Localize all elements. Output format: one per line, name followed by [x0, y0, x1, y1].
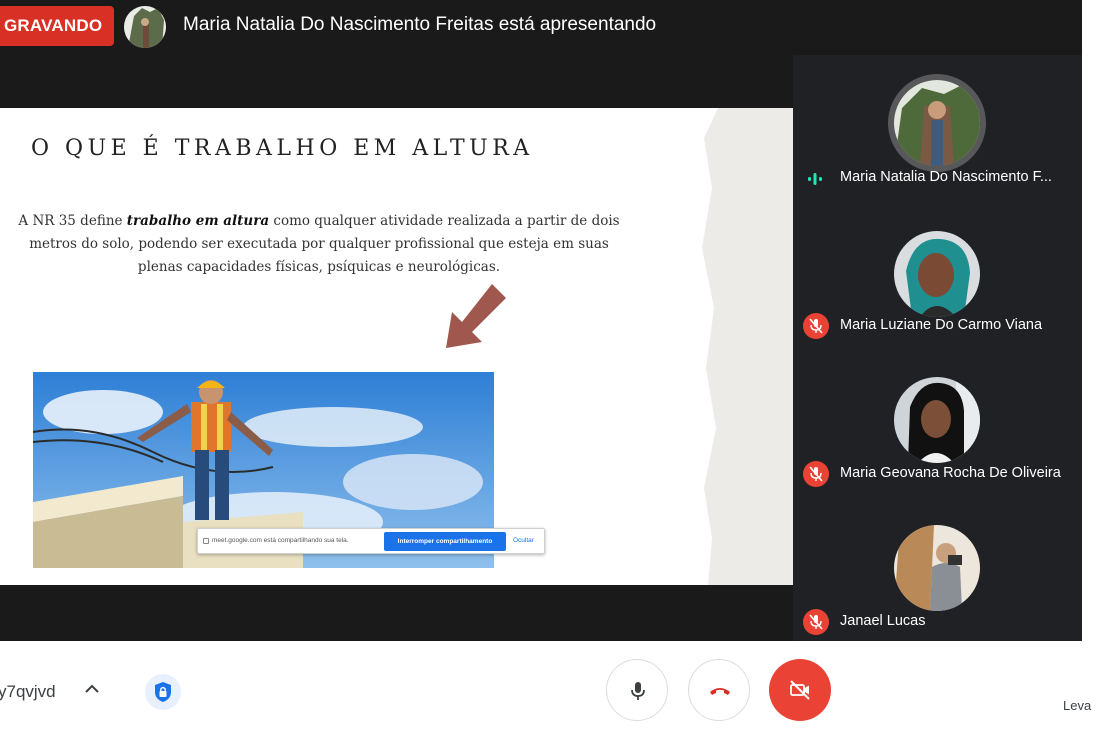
- mic-muted-icon: [803, 313, 829, 339]
- screen-share-banner: meet.google.com está compartilhando sua …: [197, 528, 545, 554]
- camera-off-icon: [790, 680, 810, 700]
- share-banner-text: meet.google.com está compartilhando sua …: [212, 537, 349, 544]
- recording-badge: GRAVANDO: [0, 6, 115, 46]
- presenter-avatar: [124, 6, 166, 48]
- participant-name: Janael Lucas: [840, 613, 926, 629]
- mic-muted-icon: [803, 461, 829, 487]
- shared-screen-slide: O QUE É TRABALHO EM ALTURA A NR 35 defin…: [0, 108, 793, 585]
- participant-name: Maria Natalia Do Nascimento F...: [840, 169, 1052, 185]
- microphone-icon: [631, 682, 645, 700]
- slide-title: O QUE É TRABALHO EM ALTURA: [31, 136, 534, 161]
- participant-avatar: [894, 80, 980, 166]
- meeting-code[interactable]: y7qvjvd: [0, 682, 56, 702]
- participant-tile[interactable]: Maria Geovana Rocha De Oliveira: [793, 351, 1082, 499]
- participant-tile[interactable]: Maria Natalia Do Nascimento F...: [793, 55, 1082, 203]
- slide-body-prefix: A NR 35 define: [18, 213, 127, 229]
- pointing-arrow-icon: [446, 284, 506, 348]
- presentation-bottom-bar: [0, 585, 793, 641]
- participant-name: Maria Luziane Do Carmo Viana: [840, 317, 1043, 333]
- chevron-up-icon[interactable]: [84, 682, 100, 696]
- torn-paper-decoration: [702, 108, 793, 585]
- host-controls-button[interactable]: [145, 674, 181, 710]
- participant-avatar: [894, 231, 980, 317]
- presenter-status-text: Maria Natalia Do Nascimento Freitas está…: [183, 14, 657, 35]
- participant-name: Maria Geovana Rocha De Oliveira: [840, 465, 1061, 481]
- participant-avatar: [894, 525, 980, 611]
- hang-up-icon: [710, 688, 730, 695]
- meeting-controls-bar: y7qvjvd Leva: [0, 641, 1095, 730]
- stop-sharing-button[interactable]: Interromper compartilhamento: [384, 532, 506, 551]
- participant-tile[interactable]: Maria Luziane Do Carmo Viana: [793, 203, 1082, 351]
- mic-muted-icon: [803, 609, 829, 635]
- hide-banner-link[interactable]: Ocultar: [513, 537, 534, 544]
- leave-call-button[interactable]: [688, 659, 750, 721]
- participant-avatar: [894, 377, 980, 463]
- participant-tile[interactable]: Janael Lucas: [793, 499, 1082, 647]
- slide-body-emphasis: trabalho em altura: [126, 213, 270, 229]
- microphone-toggle-button[interactable]: [606, 659, 668, 721]
- slide-body-text: A NR 35 define trabalho em altura como q…: [14, 210, 624, 279]
- camera-toggle-button[interactable]: [769, 659, 831, 721]
- participants-panel: Maria Natalia Do Nascimento F... Maria L…: [793, 55, 1082, 641]
- shield-lock-icon: [155, 682, 171, 702]
- share-window-icon: [203, 538, 209, 544]
- speaking-indicator-icon: [808, 173, 822, 185]
- window-edge: [1082, 0, 1095, 641]
- leave-label[interactable]: Leva: [1063, 698, 1091, 713]
